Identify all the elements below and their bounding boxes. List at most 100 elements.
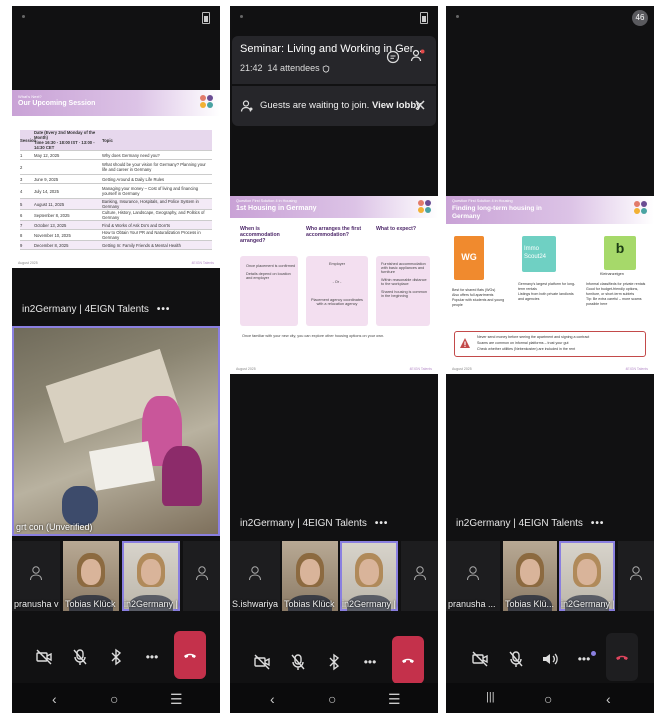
participant-tile[interactable]: S.ishwariya ... xyxy=(230,541,280,611)
slide-footer-left: August 2025 xyxy=(236,367,256,371)
person-icon xyxy=(195,566,208,581)
table-cell: November 10, 2025 xyxy=(34,232,71,238)
video-label: grt con (Unverified) xyxy=(16,522,93,532)
close-icon[interactable] xyxy=(414,99,426,111)
person-icon xyxy=(630,566,642,581)
col-header-date: Date (Every 2nd Monday of the Month) Tim… xyxy=(34,130,96,150)
participant-tile[interactable]: Tobias Klü... xyxy=(503,541,557,611)
table-cell: 7 xyxy=(20,222,23,228)
phone-hangup-icon xyxy=(184,653,196,658)
home-button[interactable]: ○ xyxy=(328,691,336,707)
table-row: 8 November 10, 2025 How to Obtain Your PR … xyxy=(20,230,212,241)
participant-tile[interactable] xyxy=(401,541,438,611)
participant-tile[interactable]: pranusha ... xyxy=(446,541,500,611)
participant-tile[interactable]: in2Germany |... xyxy=(559,541,615,611)
logo-text: Scout24 xyxy=(524,254,547,260)
recents-button[interactable]: ☰ xyxy=(388,691,401,708)
slide-kicker: What's Next? xyxy=(18,94,42,99)
bluetooth-icon[interactable] xyxy=(324,652,344,672)
column-heading: Who arranges the first accommodation? xyxy=(306,226,362,238)
recents-button[interactable]: ☰ xyxy=(170,691,183,708)
shared-slide: Question First Solution 4 in Housing 1st… xyxy=(230,196,438,374)
meeting-banner[interactable]: Seminar: Living and Working in Ger... 21… xyxy=(232,36,436,84)
participant-tile[interactable]: in2Germany | 4... xyxy=(340,541,398,611)
tile-label: pranusha ... xyxy=(448,599,496,609)
more-actions-icon[interactable]: ••• xyxy=(360,652,380,672)
slide-title: 1st Housing in Germany xyxy=(236,205,317,212)
camera-off-icon[interactable] xyxy=(252,652,272,672)
more-options-icon[interactable]: ••• xyxy=(157,304,171,315)
home-button[interactable]: ○ xyxy=(544,691,552,707)
table-cell: 6 xyxy=(20,212,23,218)
slide-footer-right: 4EIGN Talents xyxy=(191,261,214,265)
more-actions-icon[interactable]: ••• xyxy=(574,649,596,669)
status-bar: 46 xyxy=(446,6,654,28)
lobby-notification[interactable]: Guests are waiting to join. View lobby xyxy=(232,86,436,126)
tile-label: in2Germany | 4... xyxy=(342,599,398,609)
warning-list: Never send money before seeing the apart… xyxy=(477,334,641,352)
more-actions-icon[interactable]: ••• xyxy=(142,647,162,667)
participant-video[interactable]: grt con (Unverified) xyxy=(12,326,220,536)
presenter-name[interactable]: in2Germany | 4EIGN Talents ••• xyxy=(240,518,388,529)
participants-icon[interactable] xyxy=(410,48,426,64)
participant-tile[interactable] xyxy=(618,541,654,611)
presenter-name[interactable]: in2Germany | 4EIGN Talents ••• xyxy=(22,304,170,315)
info-box: Once placement is confirmed Details depe… xyxy=(240,256,298,326)
bullet-text: Furnished accommodation with basic appli… xyxy=(381,262,426,274)
shield-icon xyxy=(322,64,330,73)
tile-label: pranusha v (G... xyxy=(14,599,60,609)
col-header-topic: Topic xyxy=(102,137,113,143)
notification-badge: 46 xyxy=(632,10,648,26)
camera-off-icon[interactable] xyxy=(34,647,54,667)
presenter-name[interactable]: in2Germany | 4EIGN Talents ••• xyxy=(456,518,604,529)
participant-tile[interactable]: pranusha v (G... xyxy=(12,541,60,611)
bullet-text: Tip: Be extra careful – more scams possi… xyxy=(586,297,642,306)
table-row: 1 May 12, 2025 Why does Germany need you? xyxy=(20,151,212,160)
hang-up-button[interactable] xyxy=(392,636,424,684)
table-cell: What should be your vision for Germany? … xyxy=(102,162,206,172)
back-button[interactable]: ‹ xyxy=(270,691,275,707)
slide-bottom-note: Once familiar with your new city, you ca… xyxy=(242,334,385,338)
hang-up-button[interactable] xyxy=(174,631,206,679)
participant-tiles: S.ishwariya ... Tobias Klück in2Germany … xyxy=(230,541,438,611)
speaker-icon[interactable] xyxy=(540,649,560,669)
back-button[interactable]: ‹ xyxy=(606,691,611,707)
more-options-icon[interactable]: ••• xyxy=(591,518,605,529)
shared-slide: What's Next? Our Upcoming Session Sessio… xyxy=(12,90,220,268)
slide-title-band: What's Next? Our Upcoming Session xyxy=(12,90,220,116)
bullet-text: Good for budget-friendly options, furnit… xyxy=(586,287,639,296)
lobby-message: Guests are waiting to join. xyxy=(260,100,370,111)
mic-off-icon[interactable] xyxy=(288,652,308,672)
chat-icon[interactable] xyxy=(386,50,400,64)
slide-title-band: Question First Solution 4 in Housing 1st… xyxy=(230,196,438,218)
table-cell: August 11, 2025 xyxy=(34,201,65,207)
hang-up-button[interactable] xyxy=(606,633,638,681)
person-icon xyxy=(30,566,42,581)
recents-button[interactable]: ||| xyxy=(486,691,495,703)
status-dot xyxy=(22,15,25,18)
slide-title: Finding long-term housing in Germany xyxy=(452,205,542,220)
logo-text: WG xyxy=(461,252,477,262)
face-shape xyxy=(359,559,379,585)
table-cell: 2 xyxy=(20,164,23,170)
meeting-time: 21:42 xyxy=(240,63,263,73)
back-button[interactable]: ‹ xyxy=(52,691,57,707)
mic-off-icon[interactable] xyxy=(70,647,90,667)
participant-tile[interactable]: Tobias Klück xyxy=(282,541,338,611)
android-nav-bar: ||| ○ ‹ xyxy=(446,683,654,713)
home-button[interactable]: ○ xyxy=(110,691,118,707)
warning-icon xyxy=(460,338,470,348)
or-text: - Or - xyxy=(332,280,342,284)
more-options-icon[interactable]: ••• xyxy=(375,518,389,529)
participant-tile[interactable] xyxy=(183,541,220,611)
participant-tiles: pranusha v (G... Tobias Klück in2Germany… xyxy=(12,541,220,611)
participant-tile[interactable]: in2Germany | 4... xyxy=(122,541,180,611)
bluetooth-icon[interactable] xyxy=(106,647,126,667)
slide-kicker: Question First Solution 4 in Housing xyxy=(236,199,297,203)
face-shape xyxy=(300,559,320,585)
participant-tile[interactable]: Tobias Klück xyxy=(63,541,119,611)
mic-off-icon[interactable] xyxy=(506,649,526,669)
phone-hangup-icon xyxy=(616,655,628,660)
status-dot xyxy=(240,15,243,18)
camera-off-icon[interactable] xyxy=(470,649,490,669)
